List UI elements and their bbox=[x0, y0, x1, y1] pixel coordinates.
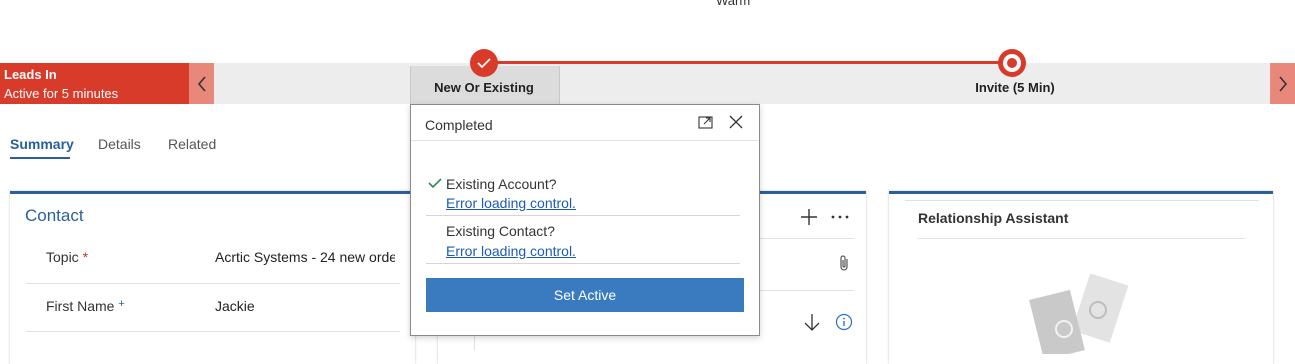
process-progress-line bbox=[484, 61, 1014, 64]
row-divider bbox=[26, 283, 400, 284]
step-existing-account-error-link[interactable]: Error loading control. bbox=[446, 195, 576, 211]
chevron-left-icon bbox=[197, 75, 206, 92]
process-bar-background bbox=[214, 63, 1270, 104]
flyout-popout-button[interactable] bbox=[696, 113, 716, 131]
chevron-right-icon bbox=[1278, 75, 1287, 92]
step-existing-contact-label: Existing Contact? bbox=[446, 223, 555, 239]
process-prev-button[interactable] bbox=[189, 63, 214, 104]
flyout-header-divider bbox=[411, 140, 758, 141]
row-divider bbox=[756, 290, 854, 291]
step-existing-contact-error-link[interactable]: Error loading control. bbox=[446, 243, 576, 259]
partial-top-text: Warm bbox=[716, 0, 751, 8]
add-button[interactable] bbox=[798, 206, 820, 228]
stage-completed-marker[interactable] bbox=[470, 49, 498, 77]
info-icon bbox=[835, 313, 853, 331]
checkmark-icon bbox=[477, 58, 491, 69]
topic-label: Topic * bbox=[46, 249, 89, 265]
process-next-button[interactable] bbox=[1270, 63, 1295, 104]
set-active-button[interactable]: Set Active bbox=[426, 278, 744, 312]
flyout-step-divider bbox=[426, 215, 740, 216]
row-divider bbox=[905, 200, 1259, 201]
flyout-close-button[interactable] bbox=[726, 113, 746, 131]
lightbulb-illustration-icon bbox=[1029, 274, 1129, 354]
row-divider bbox=[756, 238, 854, 239]
popout-icon bbox=[698, 116, 713, 129]
arrow-down-icon bbox=[804, 314, 820, 331]
plus-icon bbox=[801, 209, 817, 225]
more-icon bbox=[831, 215, 849, 219]
first-name-label: First Name + bbox=[46, 298, 125, 314]
stage-label-new-or-existing[interactable]: New Or Existing bbox=[410, 80, 558, 95]
current-stage-duration: Active for 5 minutes bbox=[4, 86, 119, 101]
contact-card-title: Contact bbox=[25, 206, 84, 225]
tab-summary[interactable]: Summary bbox=[10, 136, 74, 152]
paperclip-icon bbox=[840, 255, 848, 271]
topic-field[interactable]: Acrtic Systems - 24 new orders bbox=[215, 249, 395, 265]
first-name-field[interactable]: Jackie bbox=[215, 298, 395, 314]
row-divider bbox=[918, 238, 1245, 239]
tab-selected-underline bbox=[10, 157, 70, 159]
row-divider bbox=[26, 331, 400, 332]
required-marker: * bbox=[82, 249, 89, 265]
checkmark-icon bbox=[428, 178, 442, 189]
info-button[interactable] bbox=[834, 312, 854, 332]
flyout-step-divider bbox=[426, 263, 740, 264]
more-button[interactable] bbox=[829, 206, 851, 228]
sort-button[interactable] bbox=[802, 312, 822, 332]
flyout-title: Completed bbox=[425, 117, 493, 133]
step-existing-account-label: Existing Account? bbox=[446, 176, 557, 192]
close-icon bbox=[729, 115, 743, 129]
attach-button[interactable] bbox=[834, 253, 854, 273]
relationship-assistant-title: Relationship Assistant bbox=[918, 210, 1069, 226]
tab-related[interactable]: Related bbox=[168, 136, 216, 152]
current-stage-name: Leads In bbox=[4, 67, 57, 82]
current-stage-flag[interactable]: Leads In Active for 5 minutes bbox=[0, 63, 189, 104]
stage-active-marker[interactable] bbox=[998, 49, 1026, 77]
stage-label-invite[interactable]: Invite (5 Min) bbox=[930, 80, 1100, 95]
tab-details[interactable]: Details bbox=[98, 136, 141, 152]
recommended-marker: + bbox=[118, 298, 125, 310]
